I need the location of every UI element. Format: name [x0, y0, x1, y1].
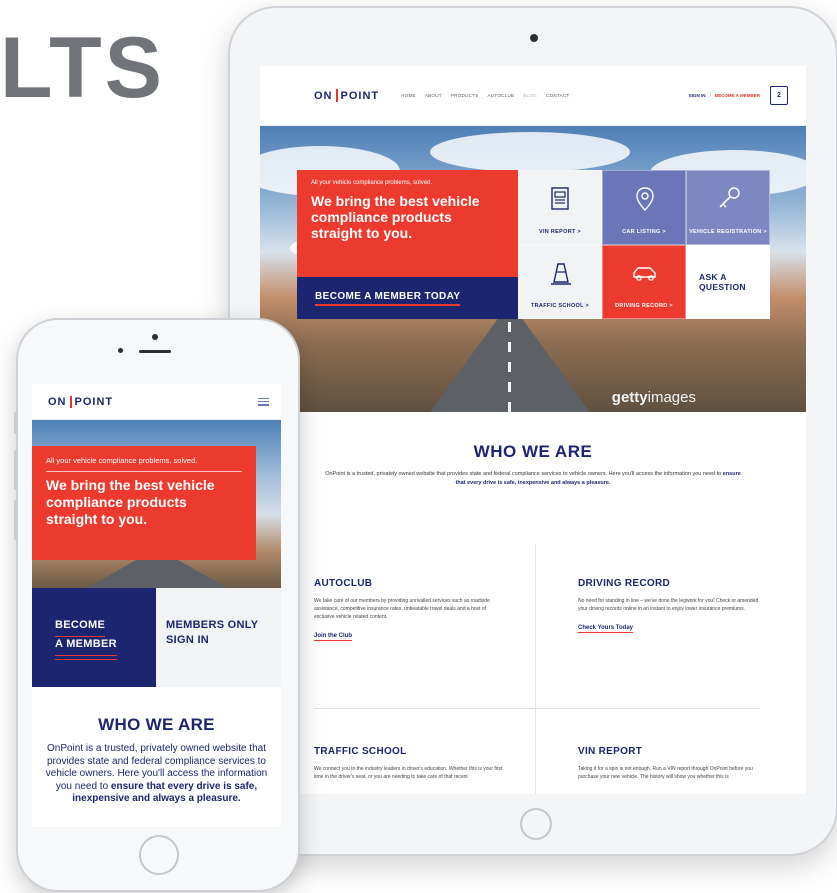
tile-label: CAR LISTING > — [622, 228, 666, 235]
phone-side-button — [14, 500, 17, 540]
sign-in-link[interactable]: SIGN IN — [689, 93, 706, 98]
phone-screen: ON POINT All your vehicle compliance prob… — [32, 384, 281, 827]
cart-icon[interactable]: 2 — [770, 86, 788, 105]
tablet-camera — [530, 34, 538, 42]
phone-side-button — [14, 450, 17, 490]
mobile-hero: All your vehicle compliance problems, so… — [32, 420, 281, 588]
card-text: We connect you to the industry leaders i… — [314, 766, 503, 780]
tablet-device: ON POINT HOME ABOUT PRODUCTS AUTOCLUB BLO… — [228, 6, 837, 856]
phone-device: ON POINT All your vehicle compliance prob… — [14, 318, 300, 892]
tile-label: VEHICLE REGISTRATION > — [689, 228, 767, 235]
card-title: VIN REPORT — [578, 746, 643, 757]
logo-divider — [69, 395, 72, 408]
nav-contact[interactable]: CONTACT — [546, 93, 570, 98]
tile-label: DRIVING RECORD > — [615, 303, 673, 309]
tile-ask-question[interactable]: ASK A QUESTION — [686, 244, 770, 319]
tablet-hero: gettyimages All your vehicle compliance … — [260, 126, 806, 412]
site-logo[interactable]: ON POINT — [314, 89, 379, 102]
section-body: OnPoint is a trusted, privately owned we… — [45, 743, 268, 804]
hero-promo-box: All your vehicle compliance problems, so… — [32, 446, 256, 560]
tile-label: VIN REPORT > — [539, 228, 581, 235]
card-text: No need for standing in line – we've don… — [578, 598, 759, 612]
tablet-navbar: ON POINT HOME ABOUT PRODUCTS AUTOCLUB BLO… — [260, 66, 806, 126]
hero-promo-box: All your vehicle compliance problems, so… — [297, 170, 518, 277]
tile-traffic-school[interactable]: TRAFFIC SCHOOL > — [518, 244, 602, 319]
cta-label: BECOME — [55, 618, 106, 637]
cta-label: BECOME A MEMBER TODAY — [315, 291, 461, 306]
nav-blog[interactable]: BLOG — [523, 93, 537, 98]
tile-vehicle-registration[interactable]: VEHICLE REGISTRATION > — [686, 170, 770, 245]
cta-label: A MEMBER — [55, 637, 117, 656]
phone-speaker — [139, 350, 171, 353]
card-title: AUTOCLUB — [314, 578, 373, 589]
section-title: WHO WE ARE — [98, 715, 215, 734]
tile-vin-report[interactable]: VIN REPORT > — [518, 170, 602, 245]
tile-car-listing[interactable]: CAR LISTING > — [602, 170, 686, 245]
photo-credit: gettyimages — [611, 389, 696, 406]
members-sign-in-button[interactable]: MEMBERS ONLY SIGN IN — [156, 588, 281, 687]
who-we-are-section: WHO WE ARE OnPoint is a trusted, private… — [32, 687, 281, 806]
document-icon — [551, 187, 569, 210]
cart-count: 2 — [777, 92, 781, 99]
section-title: WHO WE ARE — [473, 442, 593, 461]
card-title: TRAFFIC SCHOOL — [314, 746, 407, 757]
section-body: OnPoint is a trusted, privately owned we… — [325, 471, 741, 486]
card-traffic-school: TRAFFIC SCHOOL We connect you to the ind… — [314, 746, 504, 781]
service-tiles: VIN REPORT > CAR LISTING > VEHICLE REGIS… — [518, 170, 770, 319]
card-driving-record: DRIVING RECORD No need for standing in l… — [578, 578, 768, 634]
tablet-home-button[interactable] — [520, 808, 552, 840]
nav-home[interactable]: HOME — [401, 93, 416, 98]
tile-label: ASK A QUESTION — [699, 271, 746, 292]
tile-label: TRAFFIC SCHOOL > — [530, 303, 590, 309]
card-title: DRIVING RECORD — [578, 578, 670, 589]
partial-heading: LTS — [0, 20, 166, 116]
cta-label: MEMBERS ONLY — [166, 619, 259, 631]
hero-tagline: All your vehicle compliance problems, so… — [46, 456, 242, 472]
become-member-today-button[interactable]: BECOME A MEMBER TODAY — [297, 277, 518, 319]
key-icon — [719, 187, 740, 208]
become-member-link[interactable]: BECOME A MEMBER — [715, 93, 760, 98]
card-text: We take care of our members by providing… — [314, 598, 490, 620]
cloud — [430, 132, 630, 172]
who-we-are-section: WHO WE ARE OnPoint is a trusted, private… — [260, 412, 806, 488]
nav-about[interactable]: ABOUT — [425, 93, 442, 98]
map-pin-icon — [636, 187, 654, 211]
feature-cards: AUTOCLUB We take care of our members by … — [314, 544, 760, 794]
mobile-navbar: ON POINT — [32, 384, 281, 420]
hero-tagline: All your vehicle compliance problems, so… — [311, 180, 433, 186]
phone-home-button[interactable] — [139, 835, 179, 875]
main-menu: HOME ABOUT PRODUCTS AUTOCLUB BLOG CONTAC… — [401, 93, 569, 98]
logo-divider — [335, 89, 338, 102]
divider — [314, 708, 760, 709]
hero-headline: We bring the best vehicle compliance pro… — [46, 477, 215, 527]
logo-right-text: POINT — [74, 395, 114, 408]
phone-camera — [152, 334, 158, 340]
tablet-screen: ON POINT HOME ABOUT PRODUCTS AUTOCLUB BLO… — [260, 66, 806, 794]
hamburger-menu-icon[interactable] — [258, 397, 269, 406]
tile-driving-record[interactable]: DRIVING RECORD > — [602, 244, 686, 319]
divider — [535, 544, 536, 794]
auth-separator: / — [709, 93, 711, 98]
logo-right-text: POINT — [340, 89, 380, 102]
auth-links: SIGN IN / BECOME A MEMBER 2 — [689, 86, 788, 105]
nav-autoclub[interactable]: AUTOCLUB — [488, 93, 515, 98]
site-logo[interactable]: ON POINT — [48, 395, 114, 408]
nav-products[interactable]: PRODUCTS — [451, 93, 479, 98]
card-text: Taking it for a spin is not enough. Run … — [578, 766, 753, 780]
phone-sensor — [118, 348, 123, 353]
check-yours-link[interactable]: Check Yours Today — [578, 625, 634, 633]
car-icon — [633, 266, 656, 281]
cta-label: SIGN IN — [166, 634, 210, 646]
hero-headline: We bring the best vehicle compliance pro… — [311, 193, 480, 241]
card-autoclub: AUTOCLUB We take care of our members by … — [314, 578, 504, 642]
card-vin-report: VIN REPORT Taking it for a spin is not e… — [578, 746, 768, 781]
phone-side-button — [14, 412, 17, 434]
logo-left-text: ON — [48, 395, 67, 408]
become-member-button[interactable]: BECOME A MEMBER — [32, 588, 156, 687]
mobile-cta-row: BECOME A MEMBER MEMBERS ONLY SIGN IN — [32, 588, 281, 687]
join-club-link[interactable]: Join the Club — [314, 633, 352, 641]
traffic-cone-icon — [551, 262, 571, 285]
logo-left-text: ON — [314, 89, 333, 102]
